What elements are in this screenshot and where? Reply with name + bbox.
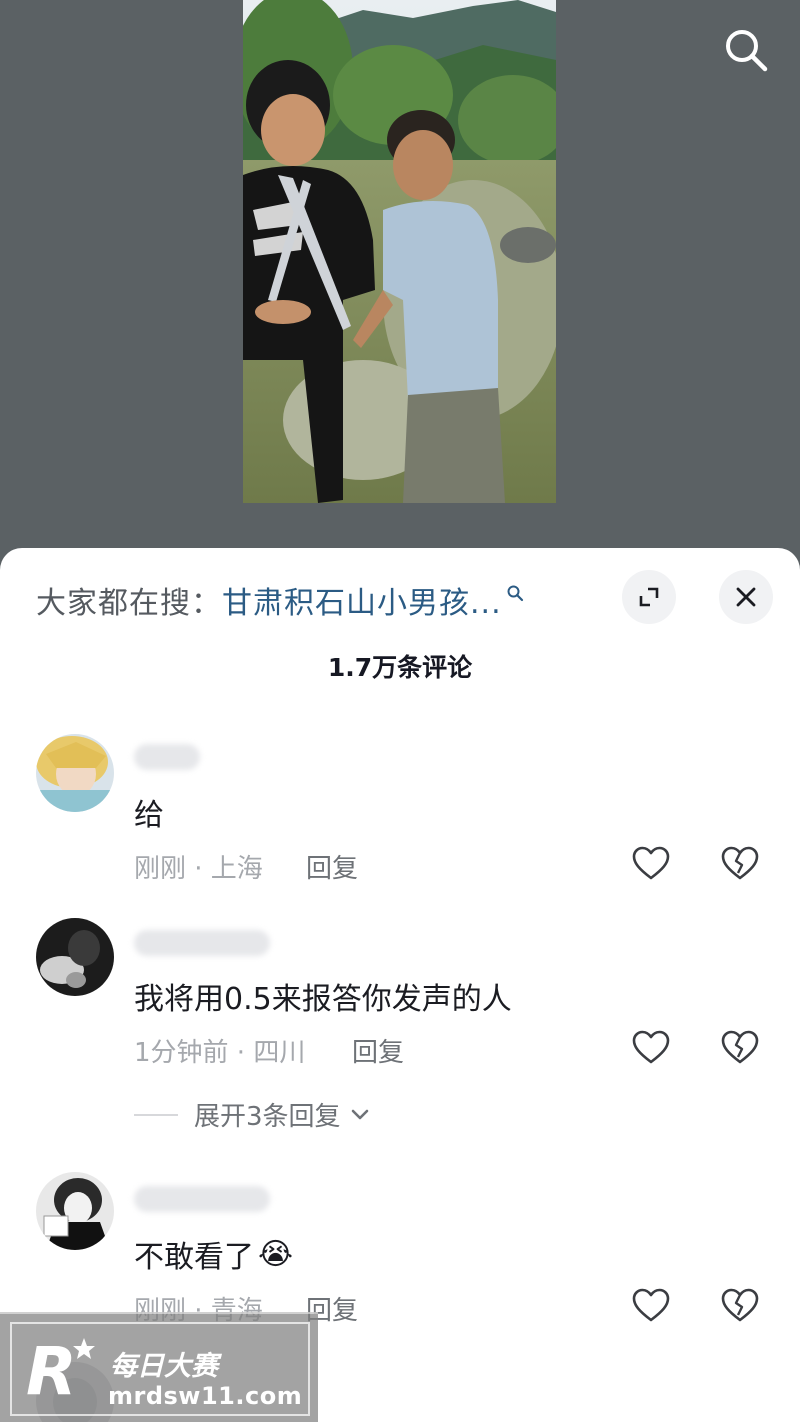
like-button[interactable] <box>631 844 671 884</box>
username[interactable] <box>134 930 270 956</box>
watermark-logo-letter: R <box>26 1333 77 1408</box>
like-button[interactable] <box>631 1286 671 1326</box>
expand-divider <box>134 1113 178 1116</box>
comment-item: 给 刚刚 · 上海 回复 <box>0 734 800 904</box>
broken-heart-icon <box>721 1288 759 1322</box>
comment-meta: 1分钟前 · 四川 <box>134 1038 306 1068</box>
comment-text-body: 不敢看了 <box>134 1240 254 1275</box>
dislike-button[interactable] <box>720 844 760 884</box>
video-thumbnail-image <box>243 0 556 503</box>
search-suggestion-prefix: 大家都在搜： <box>36 586 222 621</box>
comment-panel: 大家都在搜： 甘肃积石山小男孩... 1.7万条评论 给 刚刚 · 上海 回复 … <box>0 548 800 1422</box>
reply-button[interactable]: 回复 <box>352 1032 404 1069</box>
close-button[interactable] <box>719 570 773 624</box>
search-suggestion-link[interactable]: 甘肃积石山小男孩... <box>222 578 502 622</box>
comment-item: 我将用0.5来报答你发声的人 1分钟前 · 四川 回复 展开3条回复 <box>0 918 800 1138</box>
username[interactable] <box>134 1186 270 1212</box>
comment-text: 不敢看了 😭 <box>134 1232 293 1276</box>
search-suggestion: 大家都在搜： 甘肃积石山小男孩... <box>36 578 524 622</box>
comment-count: 1.7万条评论 <box>327 653 473 682</box>
video-player[interactable] <box>0 0 800 560</box>
crying-emoji: 😭 <box>258 1236 294 1272</box>
avatar[interactable] <box>36 734 114 812</box>
username[interactable] <box>134 744 200 770</box>
expand-replies-button[interactable]: 展开3条回复 <box>134 1096 373 1133</box>
video-frame[interactable] <box>243 0 556 503</box>
avatar[interactable] <box>36 1172 114 1250</box>
heart-icon <box>632 1030 670 1064</box>
search-icon <box>726 30 768 72</box>
search-small-icon <box>506 584 524 602</box>
broken-heart-icon <box>721 846 759 880</box>
heart-icon <box>632 1288 670 1322</box>
heart-icon <box>632 846 670 880</box>
watermark: R 每日大赛 mrdsw11.com <box>0 1312 318 1422</box>
watermark-url: mrdsw11.com <box>108 1382 303 1410</box>
expand-replies-label: 展开3条回复 <box>194 1102 341 1132</box>
dislike-button[interactable] <box>720 1286 760 1326</box>
search-button[interactable] <box>716 22 776 78</box>
avatar-image <box>36 1172 114 1250</box>
reply-button[interactable]: 回复 <box>306 848 358 885</box>
close-icon <box>736 587 756 607</box>
watermark-brand: 每日大赛 <box>110 1351 218 1382</box>
watermark-frame: R 每日大赛 mrdsw11.com <box>10 1322 310 1416</box>
dislike-button[interactable] <box>720 1028 760 1068</box>
chevron-down-icon <box>351 1109 368 1119</box>
avatar-image <box>36 734 114 812</box>
broken-heart-icon <box>721 1030 759 1064</box>
comment-meta: 刚刚 · 上海 <box>134 854 263 884</box>
watermark-logo-icon: R <box>26 1333 95 1408</box>
comment-text: 给 <box>134 798 164 833</box>
like-button[interactable] <box>631 1028 671 1068</box>
avatar-image <box>36 918 114 996</box>
comment-text: 我将用0.5来报答你发声的人 <box>134 982 512 1017</box>
expand-button[interactable] <box>622 570 676 624</box>
expand-icon <box>639 587 659 607</box>
avatar[interactable] <box>36 918 114 996</box>
